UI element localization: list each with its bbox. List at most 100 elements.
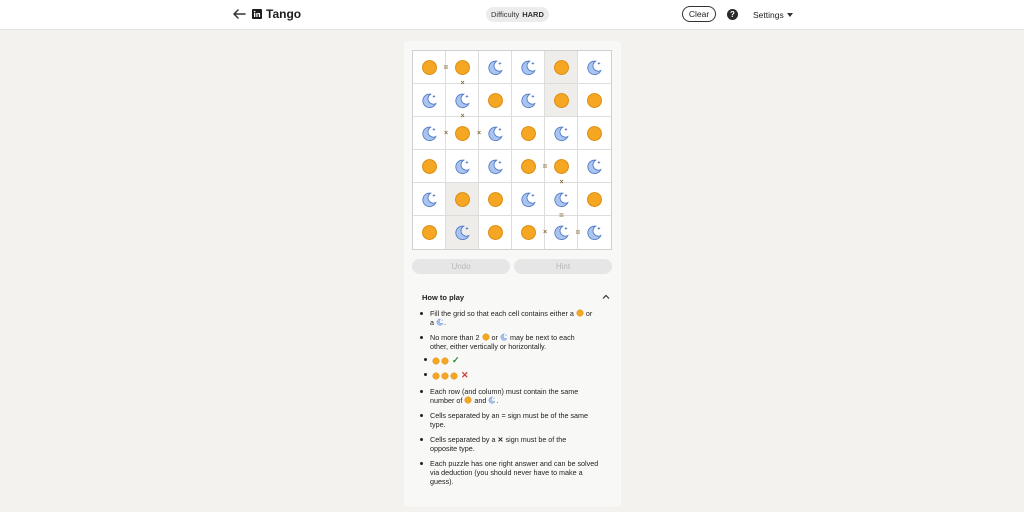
sun-icon — [487, 224, 504, 241]
rule-text: . — [444, 318, 446, 327]
sun-icon — [441, 372, 449, 380]
settings-menu[interactable]: Settings — [753, 10, 793, 20]
brand: Tango — [252, 7, 301, 21]
cross-sign-icon: × — [460, 113, 465, 120]
moon-icon — [454, 224, 471, 241]
chevron-up-icon[interactable] — [602, 293, 610, 301]
board-cell[interactable] — [413, 216, 446, 249]
difficulty-label: Difficulty — [491, 10, 520, 19]
board-cell[interactable] — [479, 117, 512, 150]
sun-icon — [421, 224, 438, 241]
sun-icon — [586, 191, 603, 208]
moon-icon — [520, 59, 537, 76]
moon-icon — [586, 158, 603, 175]
moon-icon — [454, 158, 471, 175]
sun-icon — [454, 125, 471, 142]
cross-sign-icon: × — [460, 80, 465, 87]
rule-item: Cells separated by an = sign must be of … — [420, 411, 604, 429]
rule-text: other, either vertically or horizontally… — [430, 342, 547, 351]
board-cell[interactable] — [479, 84, 512, 117]
sun-icon — [421, 59, 438, 76]
moon-icon — [436, 318, 444, 326]
board-cell[interactable] — [545, 51, 578, 84]
rule-item: Each puzzle has one right answer and can… — [420, 459, 604, 486]
cross-sign-icon: ✕ — [497, 435, 504, 444]
example-invalid: ✕ — [424, 370, 469, 381]
moon-icon — [553, 224, 570, 241]
moon-icon — [421, 92, 438, 109]
rule-item: No more than 2 or may be next to each ot… — [420, 333, 604, 351]
rule-text: sign must be of the same — [507, 411, 589, 420]
board-cell[interactable] — [413, 183, 446, 216]
board-cell[interactable] — [413, 84, 446, 117]
moon-icon — [553, 191, 570, 208]
difficulty-value: HARD — [522, 10, 544, 19]
rule-text: guess). — [430, 477, 454, 486]
rule-text: Each puzzle has one right answer and can… — [430, 459, 599, 468]
board-cell[interactable] — [446, 216, 479, 249]
game-title: Tango — [266, 7, 302, 21]
board-cell[interactable] — [413, 150, 446, 183]
equals-sign-icon: = — [443, 62, 449, 72]
equals-sign-icon: = — [559, 211, 564, 220]
caret-down-icon — [786, 13, 793, 17]
sun-icon — [487, 191, 504, 208]
cross-sign-icon: × — [559, 179, 564, 186]
sun-icon — [454, 191, 471, 208]
sun-icon — [432, 372, 440, 380]
equals-sign-icon: = — [542, 161, 548, 171]
sun-icon — [432, 357, 440, 365]
sun-icon — [586, 92, 603, 109]
sun-icon — [553, 92, 570, 109]
board-cell[interactable] — [545, 84, 578, 117]
board-cell[interactable] — [578, 183, 611, 216]
board-cell[interactable] — [479, 51, 512, 84]
board-cell[interactable] — [446, 183, 479, 216]
moon-icon — [586, 59, 603, 76]
sun-icon — [553, 158, 570, 175]
moon-icon — [487, 125, 504, 142]
top-bar: Tango Difficulty HARD Clear ? Settings — [0, 0, 1024, 30]
back-arrow-icon[interactable] — [231, 6, 247, 22]
moon-icon — [454, 92, 471, 109]
rule-text: or — [585, 309, 593, 318]
cross-sign-icon: × — [443, 129, 449, 137]
board-cell[interactable] — [446, 150, 479, 183]
cross-sign-icon: × — [476, 129, 482, 137]
board-cell[interactable] — [578, 216, 611, 249]
undo-button[interactable]: Undo — [412, 259, 510, 274]
sun-icon — [482, 333, 490, 341]
sun-icon — [586, 125, 603, 142]
board-cell[interactable] — [578, 117, 611, 150]
cross-icon: ✕ — [461, 370, 469, 380]
board-cell[interactable] — [512, 117, 545, 150]
rule-text: . — [496, 396, 499, 405]
sun-icon — [520, 125, 537, 142]
board-cell[interactable] — [512, 84, 545, 117]
board-cell[interactable] — [578, 51, 611, 84]
board-cell[interactable] — [479, 216, 512, 249]
board-cell[interactable] — [512, 51, 545, 84]
board-cell[interactable] — [578, 84, 611, 117]
hint-button[interactable]: Hint — [514, 259, 612, 274]
example-valid: ✓ — [424, 355, 460, 366]
sun-icon — [553, 59, 570, 76]
rule-text: may be next to each — [509, 333, 575, 342]
rule-item: Fill the grid so that each cell contains… — [420, 309, 604, 327]
board-cell[interactable] — [479, 183, 512, 216]
rule-text: number of — [430, 396, 463, 405]
clear-button[interactable]: Clear — [682, 6, 716, 22]
board-cell[interactable] — [512, 183, 545, 216]
how-to-play-title: How to play — [422, 292, 465, 302]
moon-icon — [487, 158, 504, 175]
cross-sign-icon: × — [542, 228, 548, 236]
board-cell[interactable] — [545, 117, 578, 150]
board-cell[interactable] — [578, 150, 611, 183]
moon-icon — [421, 125, 438, 142]
moon-icon — [520, 92, 537, 109]
difficulty-badge: Difficulty HARD — [486, 7, 549, 22]
help-icon[interactable]: ? — [727, 9, 738, 20]
moon-icon — [586, 224, 603, 241]
board-cell[interactable] — [479, 150, 512, 183]
rule-text: type. — [430, 420, 446, 429]
